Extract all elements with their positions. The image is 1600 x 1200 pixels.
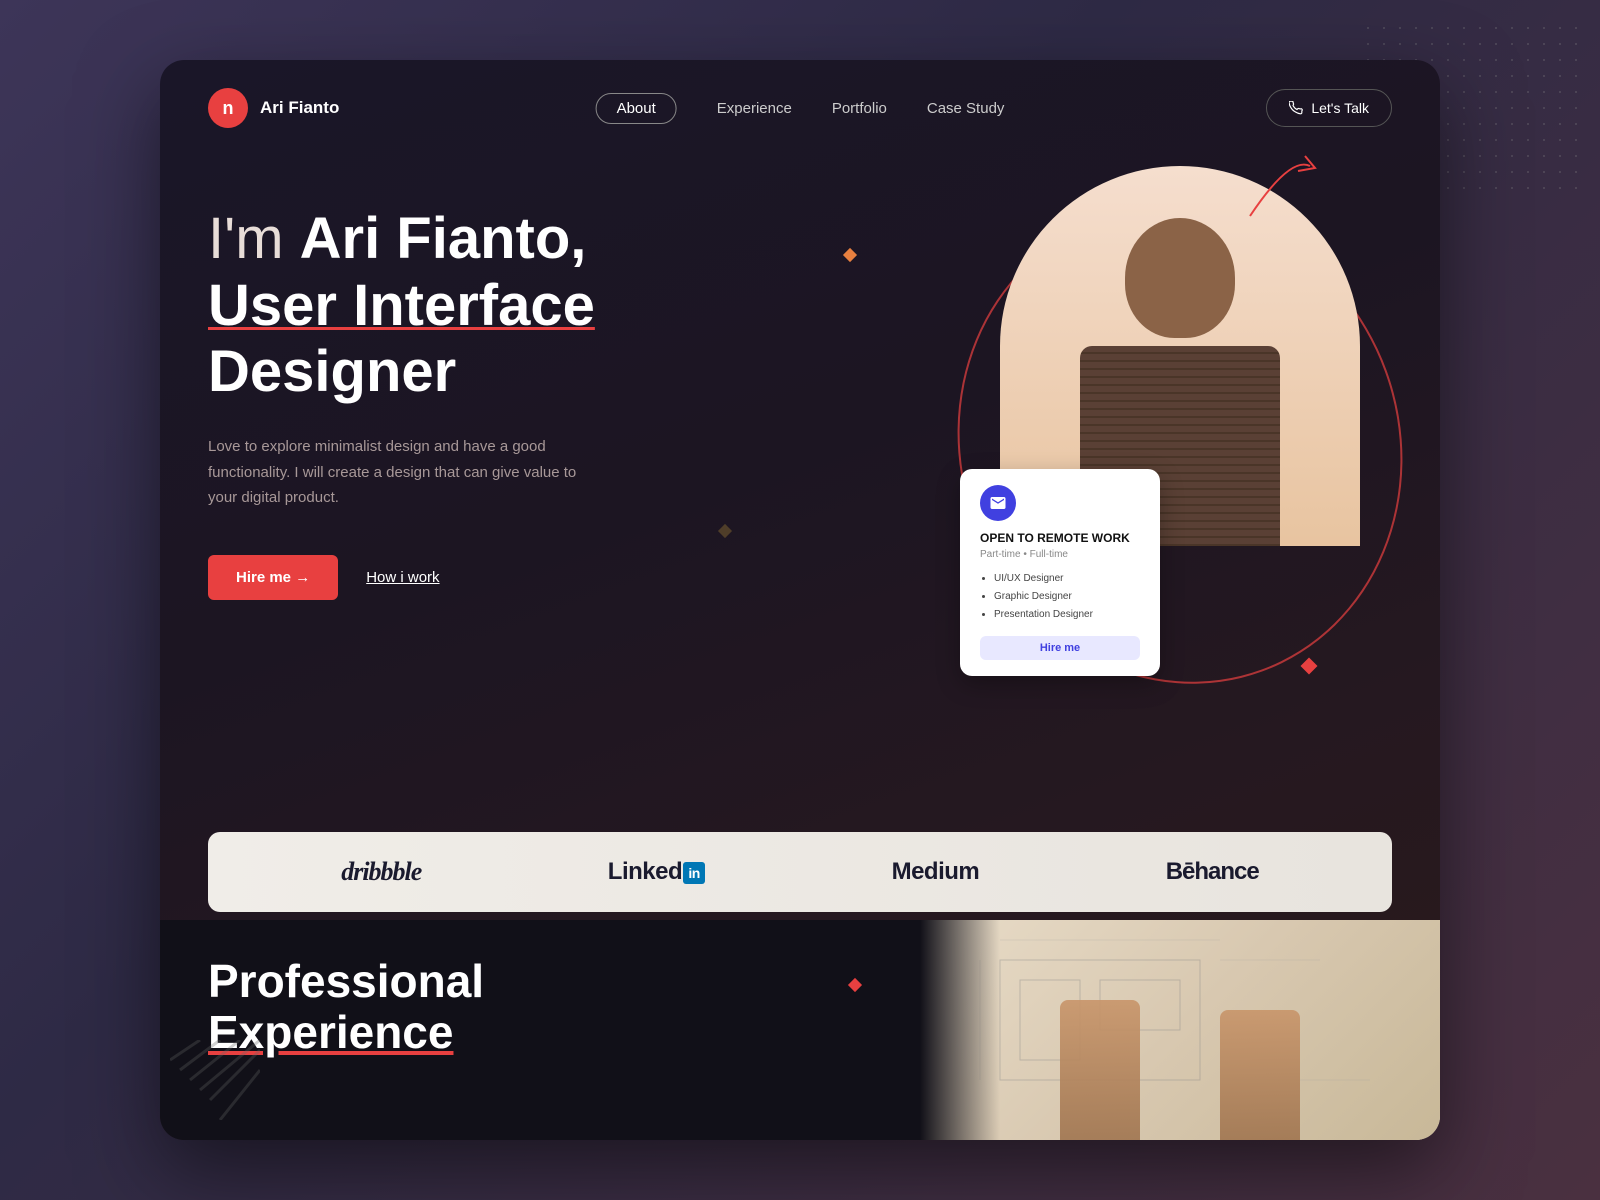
hero-title-line1: User Interface: [208, 273, 595, 338]
hire-me-button[interactable]: Hire me →: [208, 555, 338, 600]
logo-circle: n: [208, 88, 248, 128]
email-icon: [989, 494, 1007, 512]
brand-medium[interactable]: Medium: [892, 858, 980, 886]
navbar: n Ari Fianto About Experience Portfolio …: [160, 60, 1440, 156]
hero-left: I'm Ari Fianto, User Interface Designer …: [208, 176, 1392, 696]
linkedin-in-box: in: [683, 862, 705, 884]
bottom-section: Professional Experience: [160, 920, 1440, 1140]
nav-links: About Experience Portfolio Case Study: [596, 93, 1005, 124]
nav-portfolio[interactable]: Portfolio: [832, 100, 887, 117]
hero-title-line2: Designer: [208, 339, 456, 404]
logo-name: Ari Fianto: [260, 98, 339, 118]
nav-case-study[interactable]: Case Study: [927, 100, 1005, 117]
card-title: OPEN TO REMOTE WORK: [980, 531, 1140, 545]
remote-work-card: OPEN TO REMOTE WORK Part-time • Full-tim…: [960, 469, 1160, 676]
nav-about[interactable]: About: [596, 93, 677, 124]
brand-behance[interactable]: Bēhance: [1166, 858, 1259, 886]
hero-section: I'm Ari Fianto, User Interface Designer …: [160, 156, 1440, 696]
hatch-decoration: [170, 1040, 260, 1120]
behance-label: Bēhance: [1166, 858, 1259, 885]
dribbble-label: dribbble: [341, 857, 421, 886]
bottom-left: Professional Experience: [160, 920, 920, 1140]
brand-linkedin[interactable]: Linkedin: [608, 858, 705, 886]
nav-experience[interactable]: Experience: [717, 100, 792, 117]
hero-subtitle: Love to explore minimalist design and ha…: [208, 434, 588, 511]
brands-bar: dribbble Linkedin Medium Bēhance: [208, 832, 1392, 912]
experience-line1: Professional: [208, 955, 484, 1007]
medium-label: Medium: [892, 858, 980, 885]
logo-area[interactable]: n Ari Fianto: [208, 88, 339, 128]
role-item: Presentation Designer: [994, 606, 1140, 624]
professional-experience-title: Professional Experience: [208, 956, 872, 1057]
hero-buttons: Hire me → How i work: [208, 555, 1392, 600]
hero-heading: I'm Ari Fianto, User Interface Designer: [208, 206, 1392, 406]
card-roles-list: UI/UX Designer Graphic Designer Presenta…: [980, 570, 1140, 624]
card-hire-button[interactable]: Hire me: [980, 636, 1140, 660]
card-icon-circle: [980, 485, 1016, 521]
how-i-work-link[interactable]: How i work: [366, 569, 439, 586]
linkedin-label: Linked: [608, 858, 682, 885]
work-surface: [920, 920, 1440, 1140]
hero-name: Ari Fianto,: [300, 206, 587, 271]
lets-talk-button[interactable]: Let's Talk: [1266, 89, 1392, 127]
bottom-right-image: [920, 920, 1440, 1140]
logo-letter: n: [223, 98, 234, 119]
phone-icon: [1289, 101, 1303, 115]
card-subtitle: Part-time • Full-time: [980, 549, 1140, 560]
hire-me-label: Hire me →: [236, 569, 310, 586]
brand-dribbble[interactable]: dribbble: [341, 857, 421, 887]
arrow-decoration: [1240, 146, 1320, 233]
role-item: UI/UX Designer: [994, 570, 1140, 588]
main-card: n Ari Fianto About Experience Portfolio …: [160, 60, 1440, 1140]
lets-talk-label: Let's Talk: [1311, 100, 1369, 116]
hero-heading-intro: I'm: [208, 206, 300, 271]
role-item: Graphic Designer: [994, 588, 1140, 606]
